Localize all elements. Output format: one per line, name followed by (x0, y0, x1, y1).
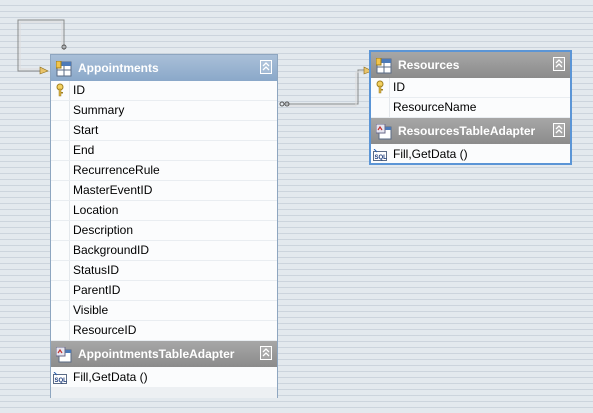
adapter-title: AppointmentsTableAdapter (78, 347, 235, 361)
method-name: Fill,GetData () (393, 147, 468, 161)
column-name: BackgroundID (73, 243, 150, 257)
column-row[interactable]: MasterEventID (51, 181, 277, 201)
resources-adapter-title-bar[interactable]: ResourcesTableAdapter (371, 118, 570, 144)
svg-text:SQL: SQL (55, 378, 68, 384)
table-adapter-icon (375, 123, 392, 140)
column-row[interactable]: ResourceName (371, 98, 570, 118)
column-name: RecurrenceRule (73, 163, 160, 177)
column-row[interactable]: ID (371, 78, 570, 98)
resources-table[interactable]: Resources ID ResourceName ResourcesTable… (369, 50, 572, 165)
column-row[interactable]: Visible (51, 301, 277, 321)
column-name: Description (73, 223, 134, 237)
column-row[interactable]: RecurrenceRule (51, 161, 277, 181)
column-name: ID (393, 80, 405, 94)
collapse-chevron-icon[interactable] (553, 57, 565, 71)
column-name: ID (73, 83, 85, 97)
collapse-chevron-icon[interactable] (260, 346, 272, 360)
column-row[interactable]: ParentID (51, 281, 277, 301)
table-icon (55, 60, 72, 77)
column-name: ParentID (73, 283, 121, 297)
column-name: End (73, 143, 95, 157)
self-relation-arrow-icon (39, 66, 49, 75)
svg-text:SQL: SQL (375, 155, 388, 161)
relation-endpoint-icon (279, 101, 285, 107)
table-title: Resources (398, 58, 460, 72)
column-row[interactable]: Summary (51, 101, 277, 121)
method-name: Fill,GetData () (73, 370, 148, 384)
column-row[interactable]: ResourceID (51, 321, 277, 341)
column-name: ResourceName (393, 100, 477, 114)
collapse-chevron-icon[interactable] (553, 123, 565, 137)
adapter-method[interactable]: SQL Fill,GetData () (371, 144, 570, 164)
adapter-footer (51, 387, 277, 398)
collapse-chevron-icon[interactable] (260, 60, 272, 74)
column-row[interactable]: BackgroundID (51, 241, 277, 261)
column-name: MasterEventID (73, 183, 153, 197)
column-name: Start (73, 123, 99, 137)
primary-key-icon (375, 80, 385, 94)
appointments-columns: ID Summary Start End RecurrenceRule Mast… (51, 81, 277, 341)
column-row[interactable]: Start (51, 121, 277, 141)
adapter-title: ResourcesTableAdapter (398, 124, 536, 138)
table-title: Appointments (78, 61, 159, 75)
resources-title-bar[interactable]: Resources (371, 52, 570, 78)
appointments-title-bar[interactable]: Appointments (51, 55, 277, 81)
column-name: Location (73, 203, 119, 217)
column-name: Visible (73, 303, 109, 317)
column-row[interactable]: StatusID (51, 261, 277, 281)
adapter-method[interactable]: SQL Fill,GetData () (51, 367, 277, 387)
resources-columns: ID ResourceName (371, 78, 570, 118)
appointments-table[interactable]: Appointments ID Summary Start End Recurr… (50, 54, 278, 398)
column-row[interactable]: End (51, 141, 277, 161)
column-row[interactable]: ID (51, 81, 277, 101)
primary-key-icon (55, 83, 65, 97)
sql-query-icon: SQL (53, 370, 68, 384)
table-adapter-icon (55, 346, 72, 363)
column-row[interactable]: Description (51, 221, 277, 241)
table-icon (375, 57, 392, 74)
column-name: ResourceID (73, 323, 137, 337)
column-row[interactable]: Location (51, 201, 277, 221)
sql-query-icon: SQL (373, 147, 388, 161)
column-name: StatusID (73, 263, 120, 277)
appointments-adapter-title-bar[interactable]: AppointmentsTableAdapter (51, 341, 277, 367)
column-name: Summary (73, 103, 125, 117)
